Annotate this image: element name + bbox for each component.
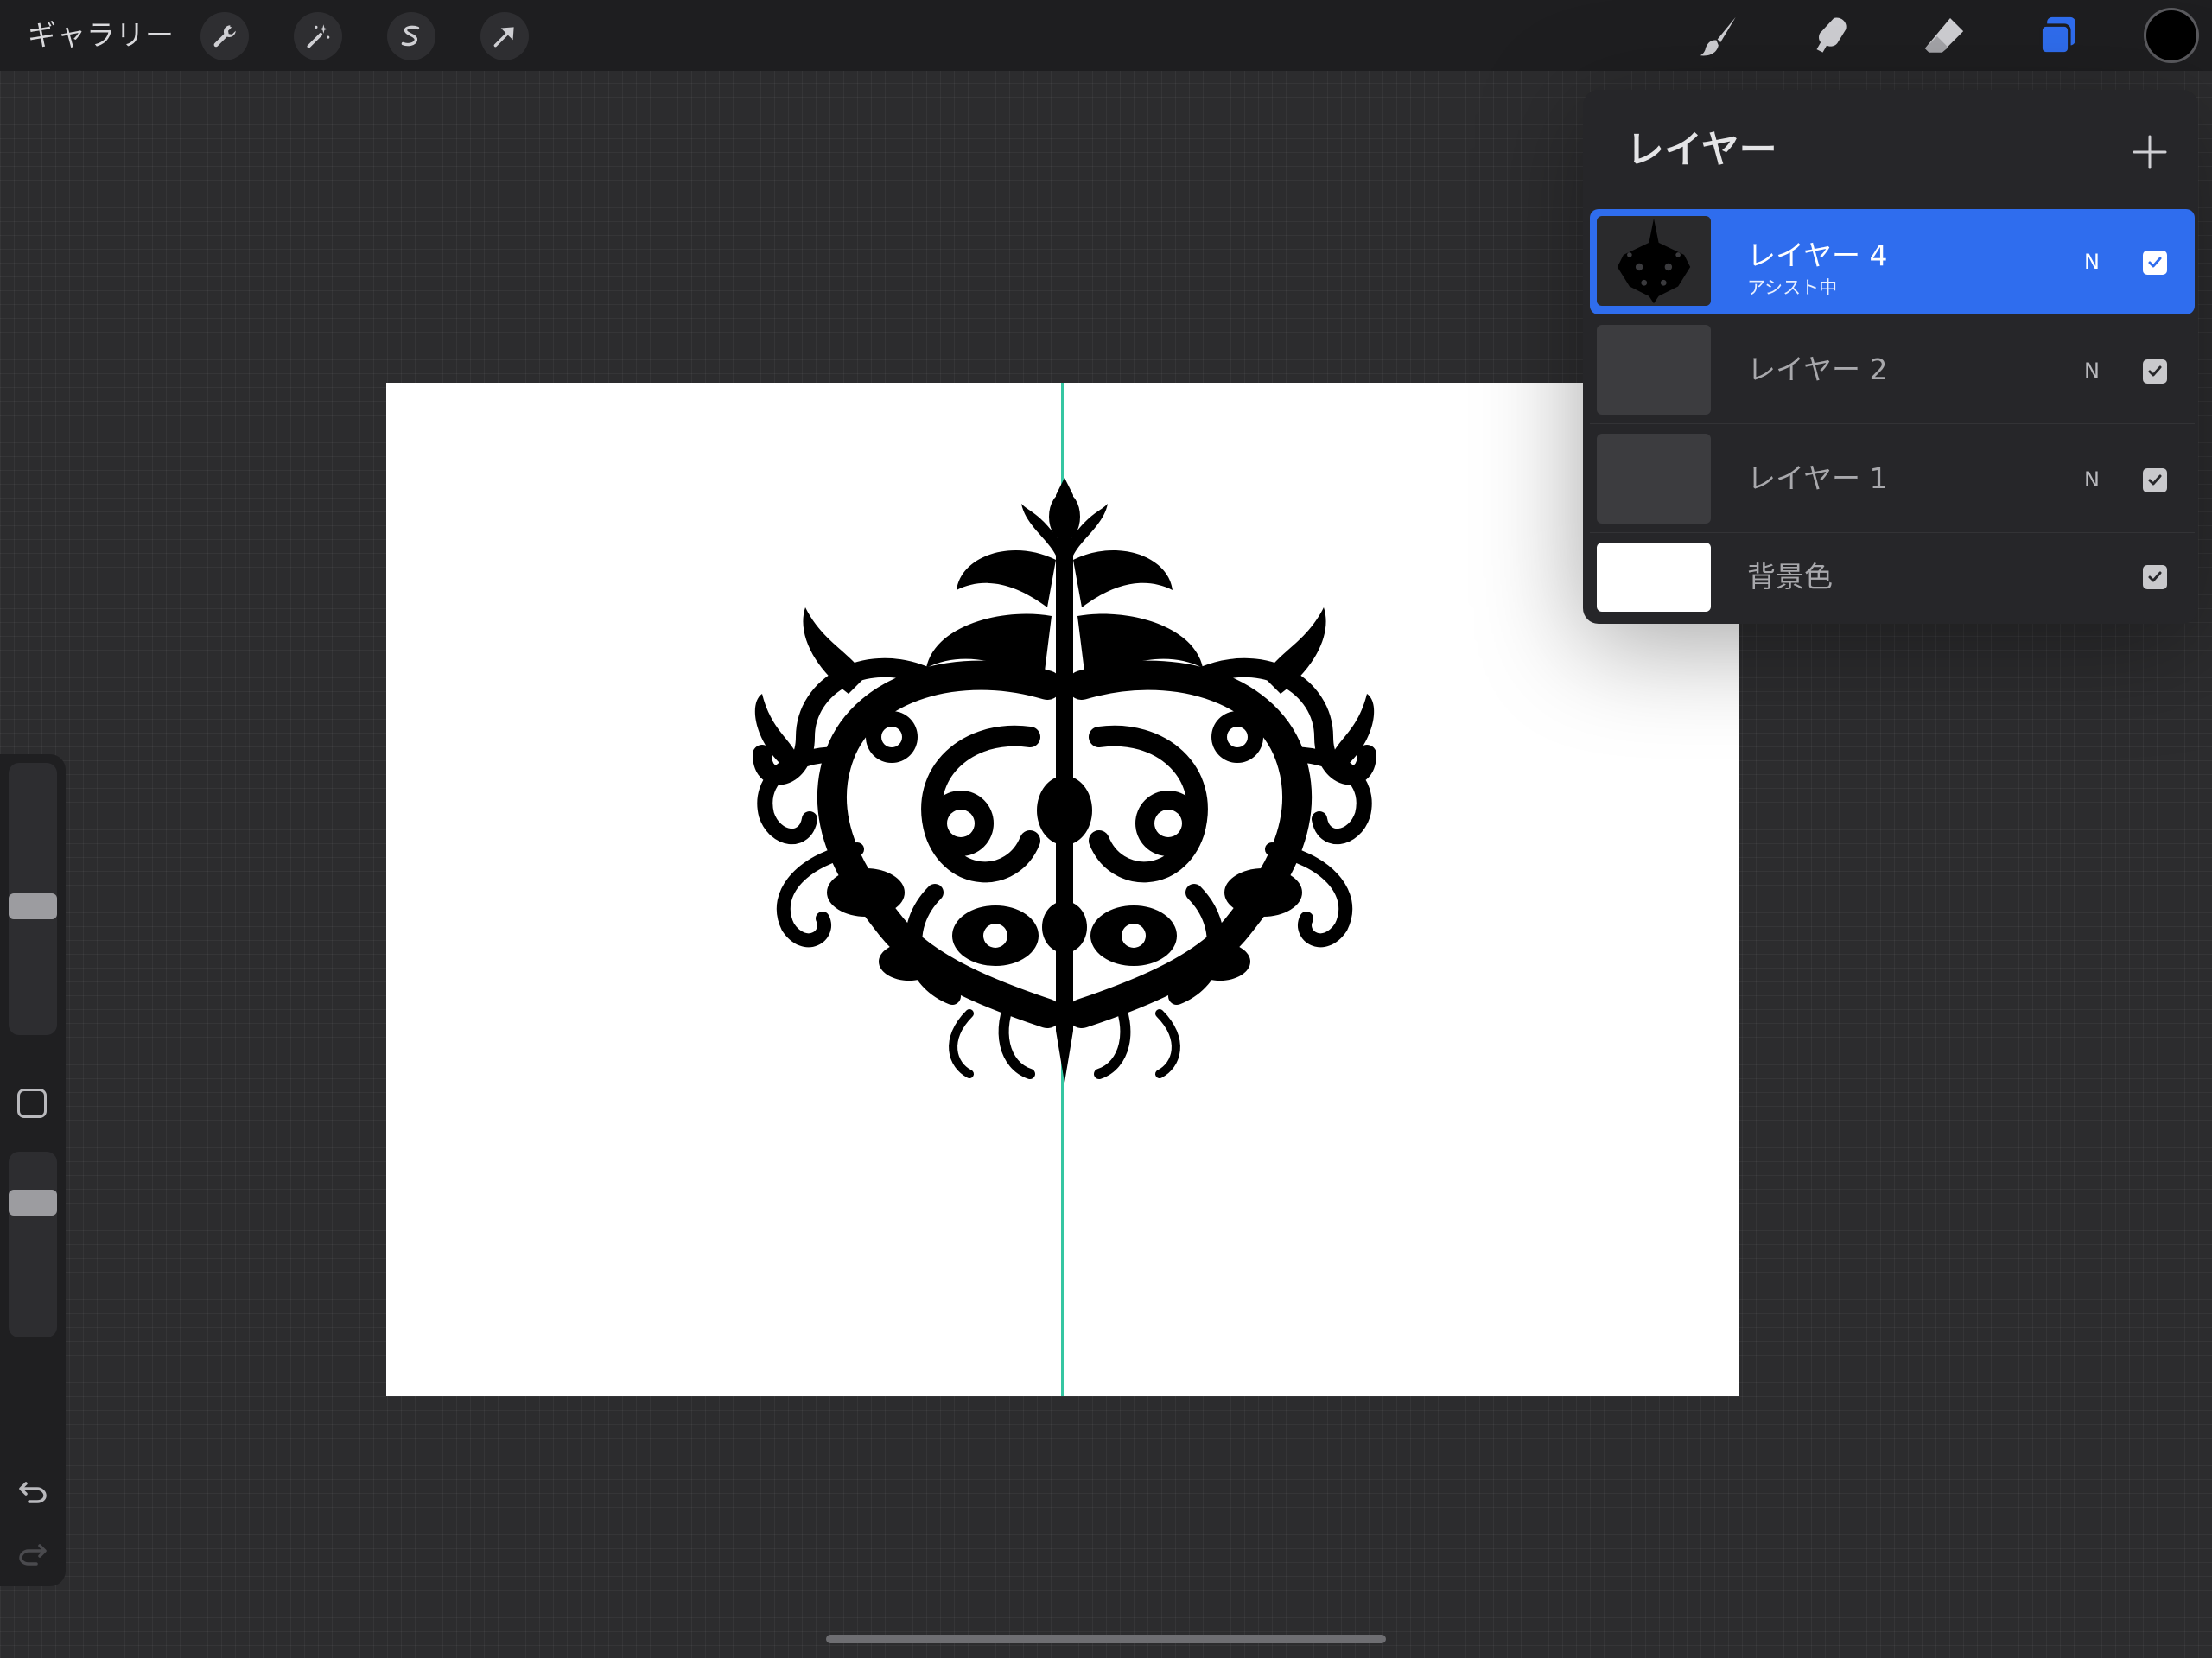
plus-icon[interactable] [2131, 133, 2169, 171]
layers-button[interactable] [2031, 9, 2086, 64]
layer-assist-label: アシスト中 [1747, 277, 1838, 298]
layer-row-1[interactable]: レイヤー 1 N [1590, 427, 2195, 530]
layer-row-4[interactable]: レイヤー 4 アシスト中 N [1590, 209, 2195, 314]
drawing-canvas[interactable] [386, 383, 1739, 1396]
layer-divider [1590, 532, 2195, 533]
selection-s-icon [401, 25, 420, 47]
gallery-button[interactable]: ギャラリー [28, 16, 175, 55]
eraser-icon [1924, 18, 1964, 53]
adjustments-button[interactable] [294, 12, 342, 60]
opacity-thumb[interactable] [9, 1190, 57, 1216]
background-color-row[interactable]: 背景色 [1590, 536, 2195, 619]
brush-button[interactable] [1692, 9, 1747, 64]
checkmark-icon [2148, 571, 2162, 582]
home-indicator [826, 1635, 1386, 1643]
damask-artwork [753, 478, 1376, 1083]
opacity-slider[interactable] [9, 1152, 57, 1337]
layer-name: レイヤー 2 [1747, 353, 1888, 386]
smudge-icon [1816, 17, 1847, 53]
left-sidebar [0, 754, 66, 1586]
visibility-checkbox[interactable] [2143, 251, 2167, 275]
damask-thumbnail [1617, 218, 1691, 304]
wrench-icon [213, 25, 236, 48]
layers-panel-title: レイヤー [1626, 128, 1777, 172]
checkmark-icon [2148, 474, 2162, 486]
layer-name: レイヤー 1 [1747, 461, 1888, 495]
layer-divider [1590, 423, 2195, 424]
magic-wand-icon [307, 24, 330, 48]
actions-button[interactable] [200, 12, 249, 60]
blend-mode-button[interactable]: N [2084, 358, 2100, 384]
brush-size-slider[interactable] [9, 763, 57, 1035]
brush-size-thumb[interactable] [9, 893, 57, 919]
layer-thumbnail [1597, 434, 1711, 524]
transform-arrow-icon [493, 27, 514, 48]
layer-thumbnail [1597, 325, 1711, 415]
blend-mode-button[interactable]: N [2084, 249, 2100, 275]
layers-icon [2039, 16, 2075, 55]
color-picker-button[interactable] [2146, 10, 2196, 60]
blend-mode-button[interactable]: N [2084, 467, 2100, 492]
procreate-workspace: ギャラリー レイヤー レイヤー 4 アシスト中 N レイヤー 2 N レイヤー … [0, 0, 2212, 1658]
smudge-button[interactable] [1804, 9, 1859, 64]
checkmark-icon [2148, 365, 2162, 377]
visibility-checkbox[interactable] [2143, 565, 2167, 589]
layer-name: 背景色 [1747, 560, 1833, 594]
layer-row-2[interactable]: レイヤー 2 N [1590, 318, 2195, 422]
visibility-checkbox[interactable] [2143, 468, 2167, 492]
layer-name: レイヤー 4 [1747, 238, 1888, 272]
undo-arrow-icon[interactable] [14, 1471, 52, 1509]
layer-thumbnail [1597, 216, 1711, 306]
checkmark-icon [2148, 257, 2162, 268]
modify-button[interactable] [17, 1089, 47, 1118]
top-toolbar: ギャラリー [0, 0, 2212, 71]
brush-icon [1700, 16, 1736, 56]
layers-panel: レイヤー レイヤー 4 アシスト中 N レイヤー 2 N レイヤー 1 N 背景… [1583, 90, 2198, 624]
eraser-button[interactable] [1916, 9, 1972, 64]
redo-arrow-icon[interactable] [14, 1534, 52, 1572]
selection-button[interactable] [387, 12, 435, 60]
visibility-checkbox[interactable] [2143, 359, 2167, 384]
transform-button[interactable] [480, 12, 529, 60]
background-color-thumbnail [1597, 543, 1711, 612]
